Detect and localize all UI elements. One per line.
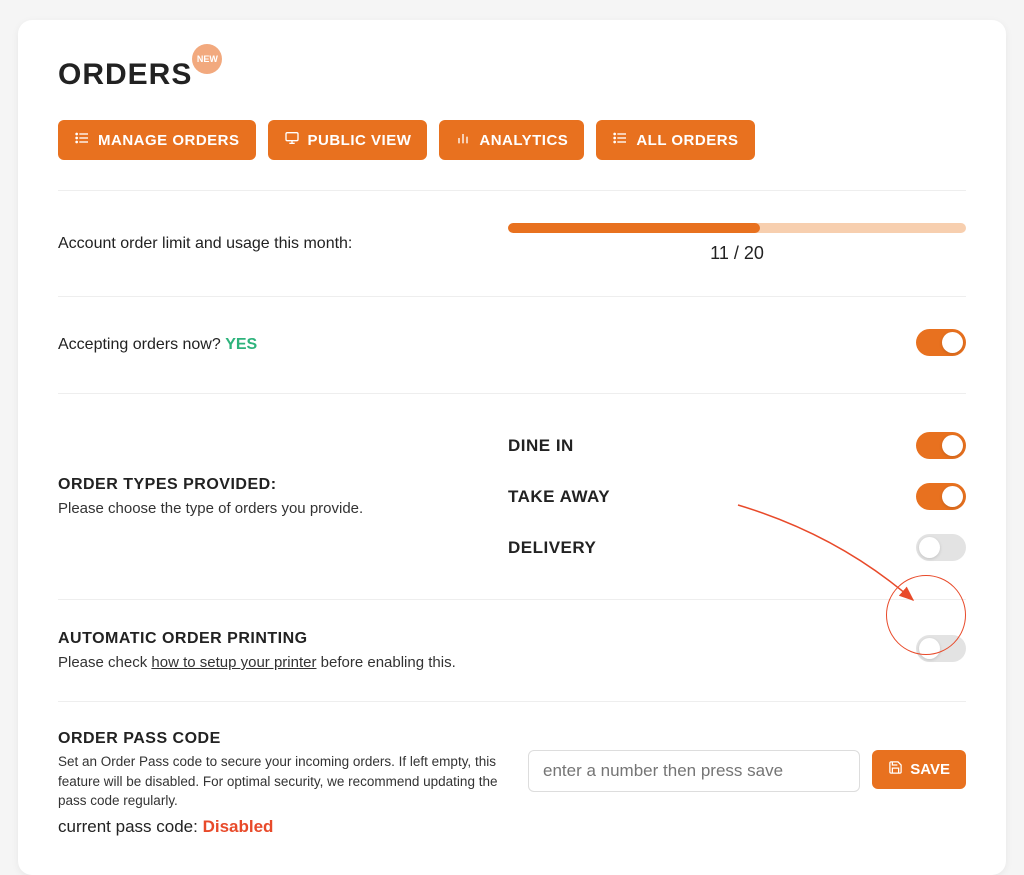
accepting-value: YES — [225, 336, 257, 353]
usage-label: Account order limit and usage this month… — [58, 235, 508, 253]
type-label: TAKE AWAY — [508, 487, 610, 507]
save-icon — [888, 760, 903, 779]
auto-print-suffix: before enabling this. — [316, 654, 455, 671]
type-row-takeaway: TAKE AWAY — [508, 471, 966, 522]
usage-progress-wrap: 11 / 20 — [508, 223, 966, 264]
all-orders-button[interactable]: ALL ORDERS — [596, 120, 754, 160]
passcode-section: ORDER PASS CODE Set an Order Pass code t… — [58, 702, 966, 837]
auto-print-section: AUTOMATIC ORDER PRINTING Please check ho… — [58, 600, 966, 701]
auto-print-desc: Please check how to setup your printer b… — [58, 654, 456, 671]
title-wrap: ORDERS NEW — [58, 58, 192, 92]
order-types-subtitle: Please choose the type of orders you pro… — [58, 500, 508, 517]
passcode-current-label: current pass code: — [58, 817, 203, 836]
save-button[interactable]: SAVE — [872, 750, 966, 789]
page-title: ORDERS — [58, 58, 192, 92]
manage-orders-button[interactable]: MANAGE ORDERS — [58, 120, 256, 160]
accepting-toggle[interactable] — [916, 329, 966, 356]
delivery-toggle[interactable] — [916, 534, 966, 561]
usage-section: Account order limit and usage this month… — [58, 191, 966, 296]
monitor-icon — [284, 130, 300, 150]
order-types-section: ORDER TYPES PROVIDED: Please choose the … — [58, 394, 966, 599]
auto-print-left: AUTOMATIC ORDER PRINTING Please check ho… — [58, 630, 456, 671]
type-label: DELIVERY — [508, 538, 596, 558]
public-view-button[interactable]: PUBLIC VIEW — [268, 120, 428, 160]
new-badge: NEW — [192, 44, 222, 74]
usage-progress-bar — [508, 223, 966, 233]
usage-progress-fill — [508, 223, 760, 233]
button-label: ANALYTICS — [479, 132, 568, 149]
order-types-left: ORDER TYPES PROVIDED: Please choose the … — [58, 476, 508, 517]
passcode-current-value: Disabled — [203, 817, 274, 836]
button-label: ALL ORDERS — [636, 132, 738, 149]
type-row-dinein: DINE IN — [508, 420, 966, 471]
passcode-title: ORDER PASS CODE — [58, 730, 508, 748]
auto-print-toggle[interactable] — [916, 635, 966, 662]
accepting-section: Accepting orders now? YES — [58, 297, 966, 393]
orders-card: ORDERS NEW MANAGE ORDERS PUBLIC VIEW ANA… — [18, 20, 1006, 875]
type-label: DINE IN — [508, 436, 574, 456]
top-button-row: MANAGE ORDERS PUBLIC VIEW ANALYTICS ALL … — [58, 120, 966, 160]
button-label: MANAGE ORDERS — [98, 132, 240, 149]
accepting-label: Accepting orders now? — [58, 336, 225, 353]
dinein-toggle[interactable] — [916, 432, 966, 459]
passcode-desc: Set an Order Pass code to secure your in… — [58, 752, 508, 811]
printer-setup-link[interactable]: how to setup your printer — [151, 654, 316, 671]
save-label: SAVE — [910, 761, 950, 778]
auto-print-toggle-wrap — [916, 635, 966, 667]
takeaway-toggle[interactable] — [916, 483, 966, 510]
passcode-left: ORDER PASS CODE Set an Order Pass code t… — [58, 730, 508, 837]
button-label: PUBLIC VIEW — [308, 132, 412, 149]
accepting-toggle-wrap — [916, 329, 966, 361]
passcode-right: SAVE — [528, 730, 966, 792]
list-icon — [74, 130, 90, 150]
auto-print-title: AUTOMATIC ORDER PRINTING — [58, 630, 456, 648]
list-icon — [612, 130, 628, 150]
order-types-title: ORDER TYPES PROVIDED: — [58, 476, 508, 494]
usage-progress-text: 11 / 20 — [508, 243, 966, 264]
analytics-button[interactable]: ANALYTICS — [439, 120, 584, 160]
bar-chart-icon — [455, 130, 471, 150]
passcode-input[interactable] — [528, 750, 860, 792]
accepting-label-wrap: Accepting orders now? YES — [58, 336, 508, 354]
passcode-current: current pass code: Disabled — [58, 817, 508, 837]
order-types-list: DINE IN TAKE AWAY DELIVERY — [508, 420, 966, 573]
type-row-delivery: DELIVERY — [508, 522, 966, 573]
auto-print-prefix: Please check — [58, 654, 151, 671]
